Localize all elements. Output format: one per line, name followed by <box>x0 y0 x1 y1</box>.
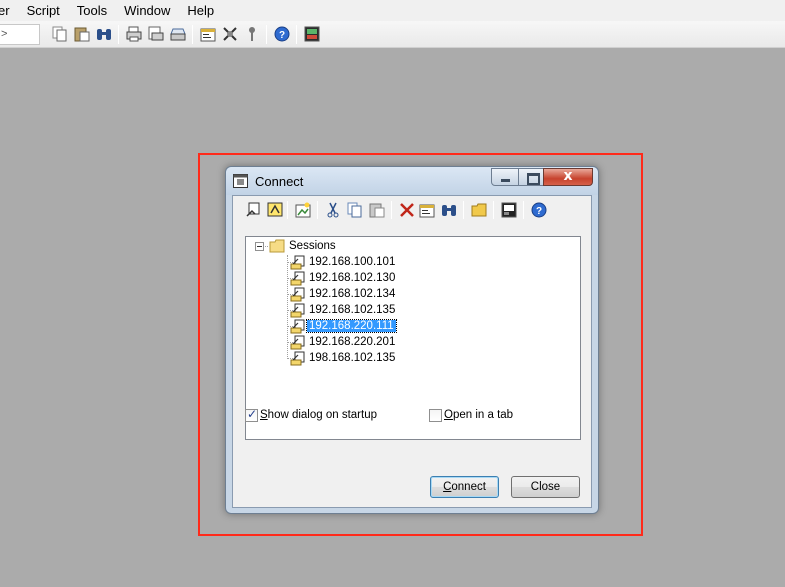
toolbar-separator <box>287 201 288 219</box>
session-item[interactable]: 198.168.102.135 <box>290 350 397 366</box>
session-label: 192.168.100.101 <box>309 256 396 268</box>
dialog-client-area: ? Sessions 192.168.100.101 192.168.102.13… <box>232 195 592 508</box>
session-label: 192.168.102.135 <box>309 304 396 316</box>
print-icon[interactable] <box>126 26 142 42</box>
session-icon <box>290 255 305 270</box>
print-screen-icon[interactable] <box>170 26 186 42</box>
connect-dialog: Connect x ? Sessions 192.168.100.101 192… <box>225 166 599 514</box>
delete-icon[interactable] <box>399 202 415 218</box>
paste-icon[interactable] <box>369 202 385 218</box>
connect-icon[interactable] <box>267 202 283 218</box>
toolbar-separator <box>523 201 524 219</box>
dialog-toolbar: ? <box>241 198 583 222</box>
new-folder-icon[interactable] <box>471 202 487 218</box>
menu-bar: er Script Tools Window Help <box>0 0 785 21</box>
quick-connect-icon[interactable] <box>246 202 262 218</box>
checkbox-box[interactable] <box>429 408 442 422</box>
menu-item-window[interactable]: Window <box>124 0 178 21</box>
session-icon <box>290 303 305 318</box>
tree-connector-line <box>287 255 288 359</box>
toolbar-separator <box>463 201 464 219</box>
show-dialog-on-startup-checkbox[interactable]: Show dialog on startup <box>245 407 377 423</box>
session-item[interactable]: 192.168.102.134 <box>290 286 397 302</box>
new-session-icon[interactable] <box>295 202 311 218</box>
svg-text:?: ? <box>279 30 285 41</box>
connect-button[interactable]: Connect <box>430 476 499 498</box>
keymap-icon[interactable] <box>244 26 260 42</box>
tree-collapse-toggle[interactable] <box>255 242 264 251</box>
copy-icon[interactable] <box>347 202 363 218</box>
session-icon <box>290 319 305 334</box>
session-options-icon[interactable] <box>200 26 216 42</box>
tree-connector-line <box>265 246 268 247</box>
session-item[interactable]: 192.168.102.135 <box>290 302 397 318</box>
main-toolbar: > ? <box>0 21 785 48</box>
print-setup-icon[interactable] <box>148 26 164 42</box>
open-in-tab-label: Open in a tab <box>444 409 514 421</box>
session-label: 192.168.220.111 <box>306 319 397 333</box>
terminal-icon[interactable] <box>501 202 517 218</box>
close-icon: x <box>563 168 573 184</box>
session-icon <box>290 271 305 286</box>
session-label: 192.168.102.134 <box>309 288 396 300</box>
find-icon[interactable] <box>96 26 112 42</box>
session-icon <box>290 335 305 350</box>
session-item[interactable]: 192.168.102.130 <box>290 270 397 286</box>
toolbar-separator <box>317 201 318 219</box>
cut-icon[interactable] <box>325 202 341 218</box>
dialog-titlebar[interactable]: Connect x <box>226 167 598 195</box>
session-icon <box>290 351 305 366</box>
connect-window-icon <box>233 174 248 188</box>
toolbar-separator <box>192 25 193 44</box>
close-window-button[interactable]: x <box>543 168 593 186</box>
global-options-icon[interactable] <box>222 26 238 42</box>
session-item[interactable]: 192.168.220.111 <box>290 318 397 334</box>
session-item[interactable]: 192.168.220.201 <box>290 334 397 350</box>
menu-item-script[interactable]: Script <box>27 0 68 21</box>
maximize-button[interactable] <box>518 168 544 186</box>
tree-root-label: Sessions <box>289 240 336 252</box>
open-in-tab-checkbox[interactable]: Open in a tab <box>429 407 513 423</box>
session-item[interactable]: 192.168.100.101 <box>290 254 397 270</box>
checkbox-box[interactable] <box>245 407 258 422</box>
help-icon[interactable]: ? <box>274 26 290 42</box>
toolbar-separator <box>391 201 392 219</box>
find-icon[interactable] <box>441 202 457 218</box>
menu-item-help[interactable]: Help <box>187 0 222 21</box>
toolbar-separator <box>493 201 494 219</box>
close-button[interactable]: Close <box>511 476 580 498</box>
dialog-title: Connect <box>255 174 304 189</box>
menu-item-file[interactable]: er <box>0 0 18 21</box>
session-label: 198.168.102.135 <box>309 352 396 364</box>
help-icon[interactable]: ? <box>531 202 547 218</box>
menu-item-tools[interactable]: Tools <box>77 0 115 21</box>
show-dialog-on-startup-label: Show dialog on startup <box>260 409 377 421</box>
tree-root-sessions[interactable]: Sessions <box>287 238 338 254</box>
toolbar-separator <box>266 25 267 44</box>
toolbar-separator <box>296 25 297 44</box>
session-label: 192.168.220.201 <box>309 336 396 348</box>
svg-text:?: ? <box>536 206 542 217</box>
copy-icon[interactable] <box>52 26 68 42</box>
session-label: 192.168.102.130 <box>309 272 396 284</box>
sftp-icon[interactable] <box>304 26 320 42</box>
session-icon <box>290 287 305 302</box>
address-field[interactable]: > <box>0 24 40 45</box>
minimize-button[interactable] <box>491 168 519 186</box>
folder-icon <box>269 239 285 253</box>
paste-icon[interactable] <box>74 26 90 42</box>
properties-icon[interactable] <box>419 202 435 218</box>
toolbar-separator <box>118 25 119 44</box>
